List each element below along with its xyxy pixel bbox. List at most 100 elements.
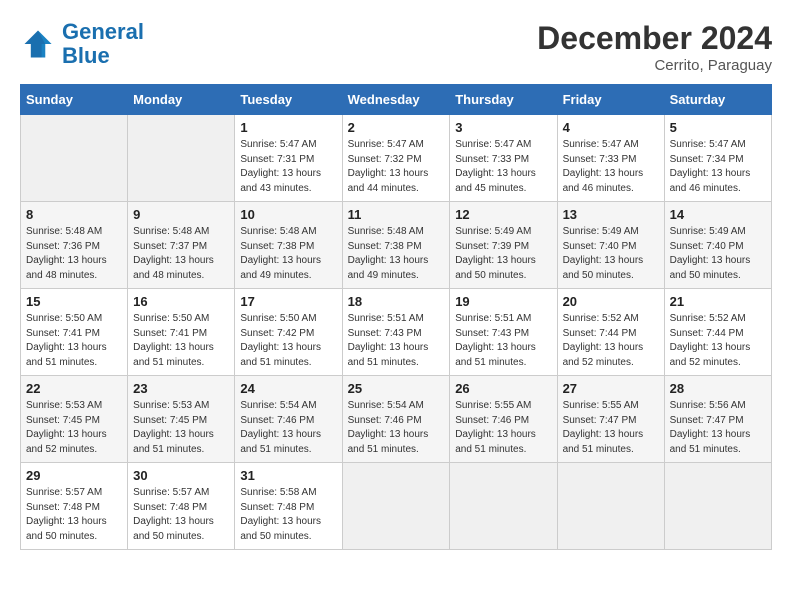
calendar-cell bbox=[664, 463, 771, 550]
calendar-cell: 20 Sunrise: 5:52 AMSunset: 7:44 PMDayligh… bbox=[557, 289, 664, 376]
day-info: Sunrise: 5:56 AMSunset: 7:47 PMDaylight:… bbox=[670, 399, 766, 457]
day-number: 25 bbox=[348, 381, 445, 396]
day-number: 1 bbox=[240, 120, 336, 135]
day-number: 28 bbox=[670, 381, 766, 396]
calendar-table: SundayMondayTuesdayWednesdayThursdayFrid… bbox=[20, 84, 772, 550]
day-info: Sunrise: 5:57 AMSunset: 7:48 PMDaylight:… bbox=[26, 486, 122, 544]
calendar-week-row: 8 Sunrise: 5:48 AMSunset: 7:36 PMDaylight… bbox=[21, 202, 772, 289]
day-number: 31 bbox=[240, 468, 336, 483]
day-number: 8 bbox=[26, 207, 122, 222]
calendar-cell: 3 Sunrise: 5:47 AMSunset: 7:33 PMDaylight… bbox=[450, 115, 557, 202]
calendar-cell: 24 Sunrise: 5:54 AMSunset: 7:46 PMDayligh… bbox=[235, 376, 342, 463]
day-number: 16 bbox=[133, 294, 229, 309]
day-number: 5 bbox=[670, 120, 766, 135]
day-info: Sunrise: 5:49 AMSunset: 7:40 PMDaylight:… bbox=[563, 225, 659, 283]
day-number: 14 bbox=[670, 207, 766, 222]
logo: General Blue bbox=[20, 20, 144, 68]
day-info: Sunrise: 5:47 AMSunset: 7:34 PMDaylight:… bbox=[670, 138, 766, 196]
day-number: 26 bbox=[455, 381, 551, 396]
day-number: 10 bbox=[240, 207, 336, 222]
header: General Blue December 2024 Cerrito, Para… bbox=[20, 20, 772, 74]
calendar-cell: 28 Sunrise: 5:56 AMSunset: 7:47 PMDayligh… bbox=[664, 376, 771, 463]
day-number: 19 bbox=[455, 294, 551, 309]
calendar-cell: 1Sunrise: 5:47 AMSunset: 7:31 PMDaylight… bbox=[235, 115, 342, 202]
day-info: Sunrise: 5:50 AMSunset: 7:41 PMDaylight:… bbox=[26, 312, 122, 370]
calendar-cell: 21 Sunrise: 5:52 AMSunset: 7:44 PMDayligh… bbox=[664, 289, 771, 376]
day-info: Sunrise: 5:53 AMSunset: 7:45 PMDaylight:… bbox=[26, 399, 122, 457]
day-number: 18 bbox=[348, 294, 445, 309]
location-subtitle: Cerrito, Paraguay bbox=[537, 57, 772, 74]
day-info: Sunrise: 5:55 AMSunset: 7:46 PMDaylight:… bbox=[455, 399, 551, 457]
calendar-cell: 16 Sunrise: 5:50 AMSunset: 7:41 PMDayligh… bbox=[128, 289, 235, 376]
calendar-cell: 5 Sunrise: 5:47 AMSunset: 7:34 PMDaylight… bbox=[664, 115, 771, 202]
calendar-cell: 19 Sunrise: 5:51 AMSunset: 7:43 PMDayligh… bbox=[450, 289, 557, 376]
weekday-header-row: SundayMondayTuesdayWednesdayThursdayFrid… bbox=[21, 85, 772, 115]
day-info: Sunrise: 5:49 AMSunset: 7:40 PMDaylight:… bbox=[670, 225, 766, 283]
day-info: Sunrise: 5:54 AMSunset: 7:46 PMDaylight:… bbox=[240, 399, 336, 457]
day-info: Sunrise: 5:51 AMSunset: 7:43 PMDaylight:… bbox=[455, 312, 551, 370]
day-info: Sunrise: 5:52 AMSunset: 7:44 PMDaylight:… bbox=[563, 312, 659, 370]
day-info: Sunrise: 5:57 AMSunset: 7:48 PMDaylight:… bbox=[133, 486, 229, 544]
calendar-cell: 27 Sunrise: 5:55 AMSunset: 7:47 PMDayligh… bbox=[557, 376, 664, 463]
calendar-week-row: 22 Sunrise: 5:53 AMSunset: 7:45 PMDayligh… bbox=[21, 376, 772, 463]
day-info: Sunrise: 5:47 AMSunset: 7:33 PMDaylight:… bbox=[455, 138, 551, 196]
day-number: 24 bbox=[240, 381, 336, 396]
day-number: 17 bbox=[240, 294, 336, 309]
month-title: December 2024 bbox=[537, 20, 772, 57]
weekday-header: Saturday bbox=[664, 85, 771, 115]
day-number: 29 bbox=[26, 468, 122, 483]
calendar-cell: 10 Sunrise: 5:48 AMSunset: 7:38 PMDayligh… bbox=[235, 202, 342, 289]
day-number: 22 bbox=[26, 381, 122, 396]
day-number: 15 bbox=[26, 294, 122, 309]
day-info: Sunrise: 5:47 AMSunset: 7:32 PMDaylight:… bbox=[348, 138, 445, 196]
day-number: 4 bbox=[563, 120, 659, 135]
day-info: Sunrise: 5:47 AMSunset: 7:33 PMDaylight:… bbox=[563, 138, 659, 196]
day-info: Sunrise: 5:54 AMSunset: 7:46 PMDaylight:… bbox=[348, 399, 445, 457]
day-number: 9 bbox=[133, 207, 229, 222]
calendar-week-row: 1Sunrise: 5:47 AMSunset: 7:31 PMDaylight… bbox=[21, 115, 772, 202]
logo-blue: Blue bbox=[62, 43, 110, 68]
calendar-cell bbox=[450, 463, 557, 550]
calendar-cell: 4 Sunrise: 5:47 AMSunset: 7:33 PMDaylight… bbox=[557, 115, 664, 202]
day-info: Sunrise: 5:50 AMSunset: 7:42 PMDaylight:… bbox=[240, 312, 336, 370]
calendar-cell: 30Sunrise: 5:57 AMSunset: 7:48 PMDayligh… bbox=[128, 463, 235, 550]
day-info: Sunrise: 5:50 AMSunset: 7:41 PMDaylight:… bbox=[133, 312, 229, 370]
calendar-cell: 11 Sunrise: 5:48 AMSunset: 7:38 PMDayligh… bbox=[342, 202, 450, 289]
day-number: 27 bbox=[563, 381, 659, 396]
day-info: Sunrise: 5:49 AMSunset: 7:39 PMDaylight:… bbox=[455, 225, 551, 283]
calendar-cell: 26 Sunrise: 5:55 AMSunset: 7:46 PMDayligh… bbox=[450, 376, 557, 463]
day-info: Sunrise: 5:58 AMSunset: 7:48 PMDaylight:… bbox=[240, 486, 336, 544]
weekday-header: Tuesday bbox=[235, 85, 342, 115]
day-info: Sunrise: 5:48 AMSunset: 7:38 PMDaylight:… bbox=[348, 225, 445, 283]
weekday-header: Thursday bbox=[450, 85, 557, 115]
weekday-header: Monday bbox=[128, 85, 235, 115]
day-number: 21 bbox=[670, 294, 766, 309]
calendar-cell bbox=[21, 115, 128, 202]
day-number: 23 bbox=[133, 381, 229, 396]
calendar-cell: 15 Sunrise: 5:50 AMSunset: 7:41 PMDayligh… bbox=[21, 289, 128, 376]
calendar-cell bbox=[342, 463, 450, 550]
weekday-header: Sunday bbox=[21, 85, 128, 115]
calendar-cell: 29 Sunrise: 5:57 AMSunset: 7:48 PMDayligh… bbox=[21, 463, 128, 550]
day-number: 3 bbox=[455, 120, 551, 135]
day-info: Sunrise: 5:53 AMSunset: 7:45 PMDaylight:… bbox=[133, 399, 229, 457]
day-number: 2 bbox=[348, 120, 445, 135]
calendar-cell: 8 Sunrise: 5:48 AMSunset: 7:36 PMDaylight… bbox=[21, 202, 128, 289]
day-info: Sunrise: 5:52 AMSunset: 7:44 PMDaylight:… bbox=[670, 312, 766, 370]
day-info: Sunrise: 5:48 AMSunset: 7:38 PMDaylight:… bbox=[240, 225, 336, 283]
day-number: 11 bbox=[348, 207, 445, 222]
calendar-cell: 25 Sunrise: 5:54 AMSunset: 7:46 PMDayligh… bbox=[342, 376, 450, 463]
calendar-cell: 9 Sunrise: 5:48 AMSunset: 7:37 PMDaylight… bbox=[128, 202, 235, 289]
logo-general: General bbox=[62, 19, 144, 44]
calendar-cell bbox=[557, 463, 664, 550]
calendar-cell: 22 Sunrise: 5:53 AMSunset: 7:45 PMDayligh… bbox=[21, 376, 128, 463]
calendar-week-row: 29 Sunrise: 5:57 AMSunset: 7:48 PMDayligh… bbox=[21, 463, 772, 550]
calendar-cell: 17 Sunrise: 5:50 AMSunset: 7:42 PMDayligh… bbox=[235, 289, 342, 376]
calendar-cell: 18Sunrise: 5:51 AMSunset: 7:43 PMDayligh… bbox=[342, 289, 450, 376]
day-number: 20 bbox=[563, 294, 659, 309]
day-info: Sunrise: 5:48 AMSunset: 7:37 PMDaylight:… bbox=[133, 225, 229, 283]
calendar-cell: 14 Sunrise: 5:49 AMSunset: 7:40 PMDayligh… bbox=[664, 202, 771, 289]
day-number: 13 bbox=[563, 207, 659, 222]
day-info: Sunrise: 5:48 AMSunset: 7:36 PMDaylight:… bbox=[26, 225, 122, 283]
day-info: Sunrise: 5:55 AMSunset: 7:47 PMDaylight:… bbox=[563, 399, 659, 457]
